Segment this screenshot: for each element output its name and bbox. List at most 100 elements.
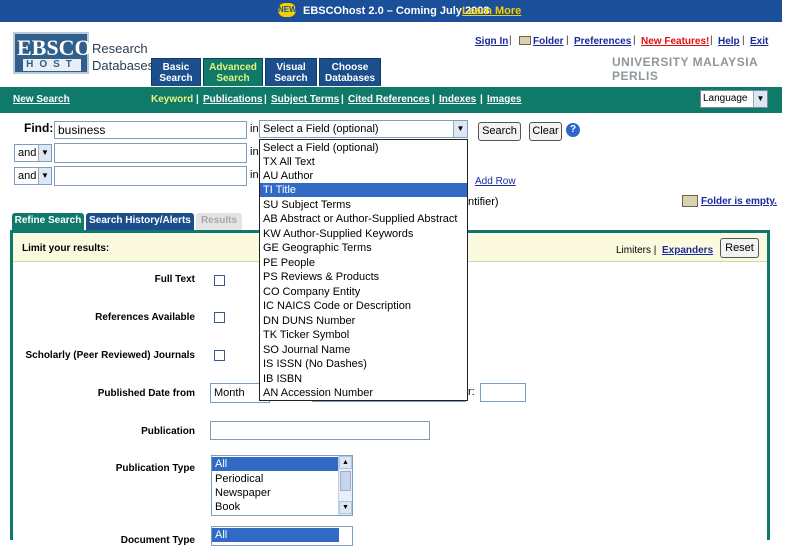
limit-results-title: Limit your results: bbox=[22, 243, 110, 254]
tab-advanced-line2: Search bbox=[216, 73, 250, 84]
reset-button[interactable]: Reset bbox=[720, 238, 759, 258]
field-option[interactable]: IC NAICS Code or Description bbox=[260, 299, 467, 313]
help-link[interactable]: Help bbox=[718, 36, 740, 47]
preferences-link[interactable]: Preferences bbox=[574, 36, 631, 47]
tab-search-history[interactable]: Search History/Alerts bbox=[86, 213, 194, 230]
field-option[interactable]: TK Ticker Symbol bbox=[260, 328, 467, 342]
keyword-link[interactable]: Keyword bbox=[151, 94, 193, 105]
list-item[interactable]: Book bbox=[212, 500, 339, 514]
field-option[interactable]: TX All Text bbox=[260, 155, 467, 169]
publications-link[interactable]: Publications bbox=[203, 94, 262, 105]
field-option[interactable]: PE People bbox=[260, 256, 467, 270]
scrollbar[interactable]: ▲ ▼ bbox=[338, 456, 352, 515]
chevron-down-icon[interactable]: ▼ bbox=[753, 91, 767, 107]
field-option[interactable]: IB ISBN bbox=[260, 372, 467, 386]
tab-refine-search[interactable]: Refine Search bbox=[12, 213, 84, 230]
tab-choose-line1: Choose bbox=[331, 62, 369, 73]
field-option[interactable]: IS ISSN (No Dashes) bbox=[260, 357, 467, 371]
references-label: References Available bbox=[95, 312, 195, 323]
folder-icon[interactable] bbox=[519, 36, 531, 45]
publication-input[interactable] bbox=[210, 421, 430, 440]
tab-basic-search[interactable]: Basic Search bbox=[151, 58, 201, 86]
year-to-input[interactable] bbox=[480, 383, 526, 402]
month-from-value: Month bbox=[214, 387, 245, 399]
boolean-select-row2[interactable]: and ▼ bbox=[14, 144, 52, 162]
scholarly-checkbox[interactable] bbox=[214, 350, 225, 361]
tab-basic-line2: Search bbox=[159, 73, 193, 84]
full-text-checkbox[interactable] bbox=[214, 275, 225, 286]
tab-choose-line2: Databases bbox=[324, 73, 376, 84]
nav-separator: | bbox=[196, 94, 199, 105]
search-button[interactable]: Search bbox=[478, 122, 521, 141]
learn-more-link[interactable]: Learn More bbox=[462, 5, 521, 17]
new-features-link[interactable]: New Features! bbox=[641, 36, 709, 47]
tab-visual-search[interactable]: Visual Search bbox=[265, 58, 317, 86]
exit-link[interactable]: Exit bbox=[750, 36, 768, 47]
field-select-value: Select a Field (optional) bbox=[263, 123, 379, 135]
field-option[interactable]: CO Company Entity bbox=[260, 285, 467, 299]
folder-icon bbox=[682, 195, 698, 207]
link-separator: | bbox=[509, 35, 512, 46]
references-checkbox[interactable] bbox=[214, 312, 225, 323]
scholarly-label: Scholarly (Peer Reviewed) Journals bbox=[25, 350, 195, 361]
field-option[interactable]: KW Author-Supplied Keywords bbox=[260, 227, 467, 241]
search-input-row3[interactable] bbox=[54, 166, 247, 186]
chevron-down-icon[interactable]: ▼ bbox=[38, 168, 51, 184]
limiters-separator: | bbox=[653, 245, 657, 256]
field-option-selected[interactable]: TI Title bbox=[260, 183, 467, 197]
field-option[interactable]: SU Subject Terms bbox=[260, 198, 467, 212]
limiters-text: Limiters bbox=[616, 245, 652, 256]
list-item[interactable]: Periodical bbox=[212, 472, 339, 486]
in-label: in bbox=[250, 123, 259, 135]
cited-references-link[interactable]: Cited References bbox=[348, 94, 430, 105]
announcement-banner: NEW EBSCOhost 2.0 – Coming July 2008 Lea… bbox=[0, 0, 792, 22]
boolean-select-value: and bbox=[18, 170, 37, 182]
tab-results[interactable]: Results bbox=[196, 213, 242, 230]
field-option[interactable]: Select a Field (optional) bbox=[260, 141, 467, 155]
field-option[interactable]: AB Abstract or Author-Supplied Abstract bbox=[260, 212, 467, 226]
expanders-link[interactable]: Expanders bbox=[662, 245, 713, 256]
publication-type-label: Publication Type bbox=[115, 463, 195, 474]
find-input[interactable]: business bbox=[54, 121, 247, 139]
publication-label: Publication bbox=[141, 426, 195, 437]
document-type-listbox[interactable]: All bbox=[211, 526, 353, 546]
link-separator: | bbox=[742, 35, 745, 46]
scroll-down-icon[interactable]: ▼ bbox=[339, 501, 352, 514]
images-link[interactable]: Images bbox=[487, 94, 521, 105]
scroll-up-icon[interactable]: ▲ bbox=[339, 456, 352, 469]
field-option[interactable]: GE Geographic Terms bbox=[260, 241, 467, 255]
publication-type-listbox[interactable]: All Periodical Newspaper Book ▲ ▼ bbox=[211, 455, 353, 516]
add-row-link[interactable]: Add Row bbox=[475, 176, 516, 187]
field-option[interactable]: AU Author bbox=[260, 169, 467, 183]
scroll-thumb[interactable] bbox=[340, 471, 351, 491]
subject-terms-link[interactable]: Subject Terms bbox=[271, 94, 339, 105]
field-select[interactable]: Select a Field (optional) ▼ bbox=[259, 120, 468, 138]
folder-link[interactable]: Folder bbox=[533, 36, 564, 47]
help-icon[interactable]: ? bbox=[566, 123, 580, 137]
boolean-select-value: and bbox=[18, 147, 37, 159]
nav-separator: | bbox=[264, 94, 267, 105]
field-option[interactable]: SO Journal Name bbox=[260, 343, 467, 357]
published-date-label: Published Date from bbox=[97, 388, 195, 399]
field-option[interactable]: DN DUNS Number bbox=[260, 314, 467, 328]
chevron-down-icon[interactable]: ▼ bbox=[38, 145, 51, 161]
logo-subtitle: Research Databases bbox=[92, 40, 154, 74]
nav-separator: | bbox=[432, 94, 435, 105]
field-option[interactable]: PS Reviews & Products bbox=[260, 270, 467, 284]
sign-in-link[interactable]: Sign In bbox=[475, 36, 508, 47]
ebsco-logo[interactable]: EBSCO HOST bbox=[13, 32, 92, 74]
indexes-link[interactable]: Indexes bbox=[439, 94, 476, 105]
folder-empty-link[interactable]: Folder is empty. bbox=[701, 196, 777, 207]
new-search-link[interactable]: New Search bbox=[13, 94, 70, 105]
field-dropdown-list[interactable]: Select a Field (optional) TX All Text AU… bbox=[259, 139, 468, 401]
language-select[interactable]: Language ▼ bbox=[700, 90, 768, 108]
list-item[interactable]: All bbox=[212, 457, 339, 471]
boolean-select-row3[interactable]: and ▼ bbox=[14, 167, 52, 185]
chevron-down-icon[interactable]: ▼ bbox=[453, 121, 467, 137]
search-input-row2[interactable] bbox=[54, 143, 247, 163]
clear-button[interactable]: Clear bbox=[529, 122, 562, 141]
tab-choose-databases[interactable]: Choose Databases bbox=[319, 58, 381, 86]
field-option[interactable]: AN Accession Number bbox=[260, 386, 467, 400]
list-item[interactable]: Newspaper bbox=[212, 486, 339, 500]
tab-advanced-search[interactable]: Advanced Search bbox=[203, 58, 263, 86]
